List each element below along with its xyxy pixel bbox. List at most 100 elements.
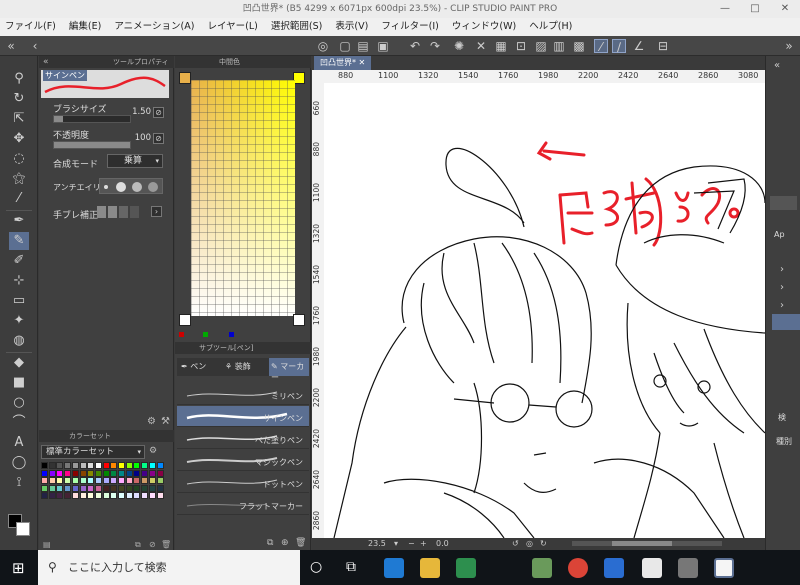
color-swatch[interactable] bbox=[110, 469, 118, 477]
menu-view[interactable]: 表示(V) bbox=[330, 18, 373, 36]
edge-icon[interactable] bbox=[384, 558, 404, 578]
color-swatch[interactable] bbox=[118, 469, 125, 477]
search-label[interactable]: 検 bbox=[778, 412, 786, 423]
color-swatch[interactable] bbox=[102, 484, 110, 492]
expand-icon[interactable]: › bbox=[780, 282, 784, 293]
snap-grid-icon[interactable]: ∠ bbox=[632, 39, 646, 53]
antialias-none-icon[interactable] bbox=[104, 185, 108, 189]
snap-special-ruler-icon[interactable]: ∕ bbox=[612, 39, 626, 54]
color-swatch[interactable] bbox=[94, 477, 102, 484]
color-swatch[interactable] bbox=[79, 484, 87, 492]
intermediate-color-grid[interactable] bbox=[191, 80, 295, 316]
color-swatch[interactable] bbox=[87, 469, 95, 477]
horizontal-scrollbar[interactable] bbox=[572, 541, 722, 546]
move-layer-icon[interactable]: ✥ bbox=[9, 130, 29, 148]
eraser-icon[interactable]: ▭ bbox=[9, 292, 29, 310]
snap-ruler-icon[interactable]: ⁄ bbox=[594, 39, 608, 54]
minimize-icon[interactable]: — bbox=[710, 0, 740, 18]
subtool-item[interactable]: フラットマーカー bbox=[177, 494, 309, 515]
zoom-in-icon[interactable]: + bbox=[420, 538, 427, 550]
color-swatch[interactable] bbox=[41, 469, 48, 477]
task-view-icon[interactable]: ⧉ bbox=[346, 559, 356, 575]
crop-icon[interactable]: ▥ bbox=[552, 39, 566, 53]
transform-icon[interactable]: ⊡ bbox=[514, 39, 528, 53]
frame-icon[interactable]: ⌒ bbox=[9, 414, 29, 432]
stabilization-more-icon[interactable]: › bbox=[151, 206, 162, 217]
replace-color-icon[interactable]: ⊘ bbox=[149, 540, 156, 549]
airbrush-icon[interactable]: ⊹ bbox=[9, 272, 29, 290]
paint-icon[interactable] bbox=[678, 558, 698, 578]
color-set-menu-icon[interactable]: ⚙ bbox=[149, 446, 157, 456]
color-swatch[interactable] bbox=[48, 469, 56, 477]
panel-expand-icon[interactable]: « bbox=[774, 60, 780, 71]
tab-pen[interactable]: ✒ ペン bbox=[181, 361, 206, 372]
color-swatch[interactable] bbox=[41, 484, 48, 492]
color-swatch[interactable] bbox=[125, 462, 133, 469]
color-swatch[interactable] bbox=[48, 462, 56, 469]
menu-window[interactable]: ウィンドウ(W) bbox=[447, 18, 521, 36]
right-panel-selected[interactable] bbox=[772, 314, 800, 330]
brush-size-value[interactable]: 1.50 bbox=[131, 107, 151, 117]
auto-select-icon[interactable]: ⚝ bbox=[9, 170, 29, 188]
chrome-icon[interactable] bbox=[568, 558, 588, 578]
canvas-tab[interactable]: 凹凸世界* ✕ bbox=[314, 56, 372, 70]
object-select-icon[interactable]: ⇱ bbox=[9, 110, 29, 128]
angle-value[interactable]: 0.0 bbox=[436, 538, 449, 550]
expand-icon[interactable]: › bbox=[780, 300, 784, 311]
open-file-icon[interactable]: ▤ bbox=[356, 39, 370, 53]
color-swatch[interactable] bbox=[94, 462, 102, 469]
opacity-slider[interactable] bbox=[53, 141, 131, 149]
antialias-options[interactable] bbox=[99, 178, 163, 194]
color-swatch[interactable] bbox=[71, 492, 79, 499]
color-swatch[interactable] bbox=[64, 484, 72, 492]
color-swatch[interactable] bbox=[102, 477, 110, 484]
pen-icon[interactable]: ✒ bbox=[9, 212, 29, 230]
color-swatch[interactable] bbox=[56, 492, 64, 499]
color-swatch[interactable] bbox=[156, 492, 164, 499]
tool-property-tab[interactable]: ツールプロパティ bbox=[113, 56, 169, 68]
loading-icon[interactable]: ✺ bbox=[452, 39, 466, 53]
menu-edit[interactable]: 編集(E) bbox=[64, 18, 106, 36]
color-swatch[interactable] bbox=[133, 469, 141, 477]
color-set-list-icon[interactable]: ▤ bbox=[43, 540, 51, 549]
color-swatch[interactable] bbox=[118, 484, 125, 492]
color-swatch[interactable] bbox=[118, 462, 125, 469]
blend-mode-select[interactable]: 乗算 ▾ bbox=[107, 154, 163, 168]
color-swatch[interactable] bbox=[118, 477, 125, 484]
photos-icon[interactable] bbox=[604, 558, 624, 578]
color-swatch[interactable] bbox=[87, 484, 95, 492]
new-subtool-icon[interactable]: ⊕ bbox=[281, 538, 289, 548]
sub-color-swatch[interactable] bbox=[16, 522, 30, 536]
color-swatch[interactable] bbox=[148, 477, 156, 484]
collapse-icon[interactable]: « bbox=[4, 39, 18, 53]
color-swatch[interactable] bbox=[41, 492, 48, 499]
wrench-icon[interactable]: ⚒ bbox=[161, 416, 170, 427]
toggle-panel-icon[interactable]: ⊟ bbox=[656, 39, 670, 53]
maximize-icon[interactable]: □ bbox=[740, 0, 770, 18]
color-swatch[interactable] bbox=[56, 462, 64, 469]
redo-icon[interactable]: ↷ bbox=[428, 39, 442, 53]
rotate-view-icon[interactable]: ↻ bbox=[9, 90, 29, 108]
invert-selection-icon[interactable]: ▩ bbox=[572, 39, 586, 53]
file-explorer-icon[interactable] bbox=[420, 558, 440, 578]
color-swatch[interactable] bbox=[79, 477, 87, 484]
reset-view-icon[interactable]: ◎ bbox=[526, 538, 533, 550]
color-swatch[interactable] bbox=[71, 477, 79, 484]
color-swatch[interactable] bbox=[148, 492, 156, 499]
back-icon[interactable]: ‹ bbox=[28, 39, 42, 53]
color-swatch[interactable] bbox=[64, 462, 72, 469]
color-swatch[interactable] bbox=[102, 492, 110, 499]
color-swatch[interactable] bbox=[56, 469, 64, 477]
color-swatch[interactable] bbox=[141, 477, 149, 484]
color-swatch[interactable] bbox=[156, 462, 164, 469]
color-swatch[interactable] bbox=[64, 469, 72, 477]
menu-help[interactable]: ヘルプ(H) bbox=[524, 18, 577, 36]
zoom-down-icon[interactable]: ▾ bbox=[394, 538, 398, 550]
zoom-icon[interactable]: ⚲ bbox=[9, 70, 29, 88]
color-swatch[interactable] bbox=[156, 469, 164, 477]
color-swatch[interactable] bbox=[102, 469, 110, 477]
menu-file[interactable]: ファイル(F) bbox=[0, 18, 61, 36]
right-panel-tab[interactable] bbox=[770, 196, 797, 210]
decoration-icon[interactable]: ✦ bbox=[9, 312, 29, 330]
eyedropper-icon[interactable]: ⁄ bbox=[9, 190, 29, 208]
